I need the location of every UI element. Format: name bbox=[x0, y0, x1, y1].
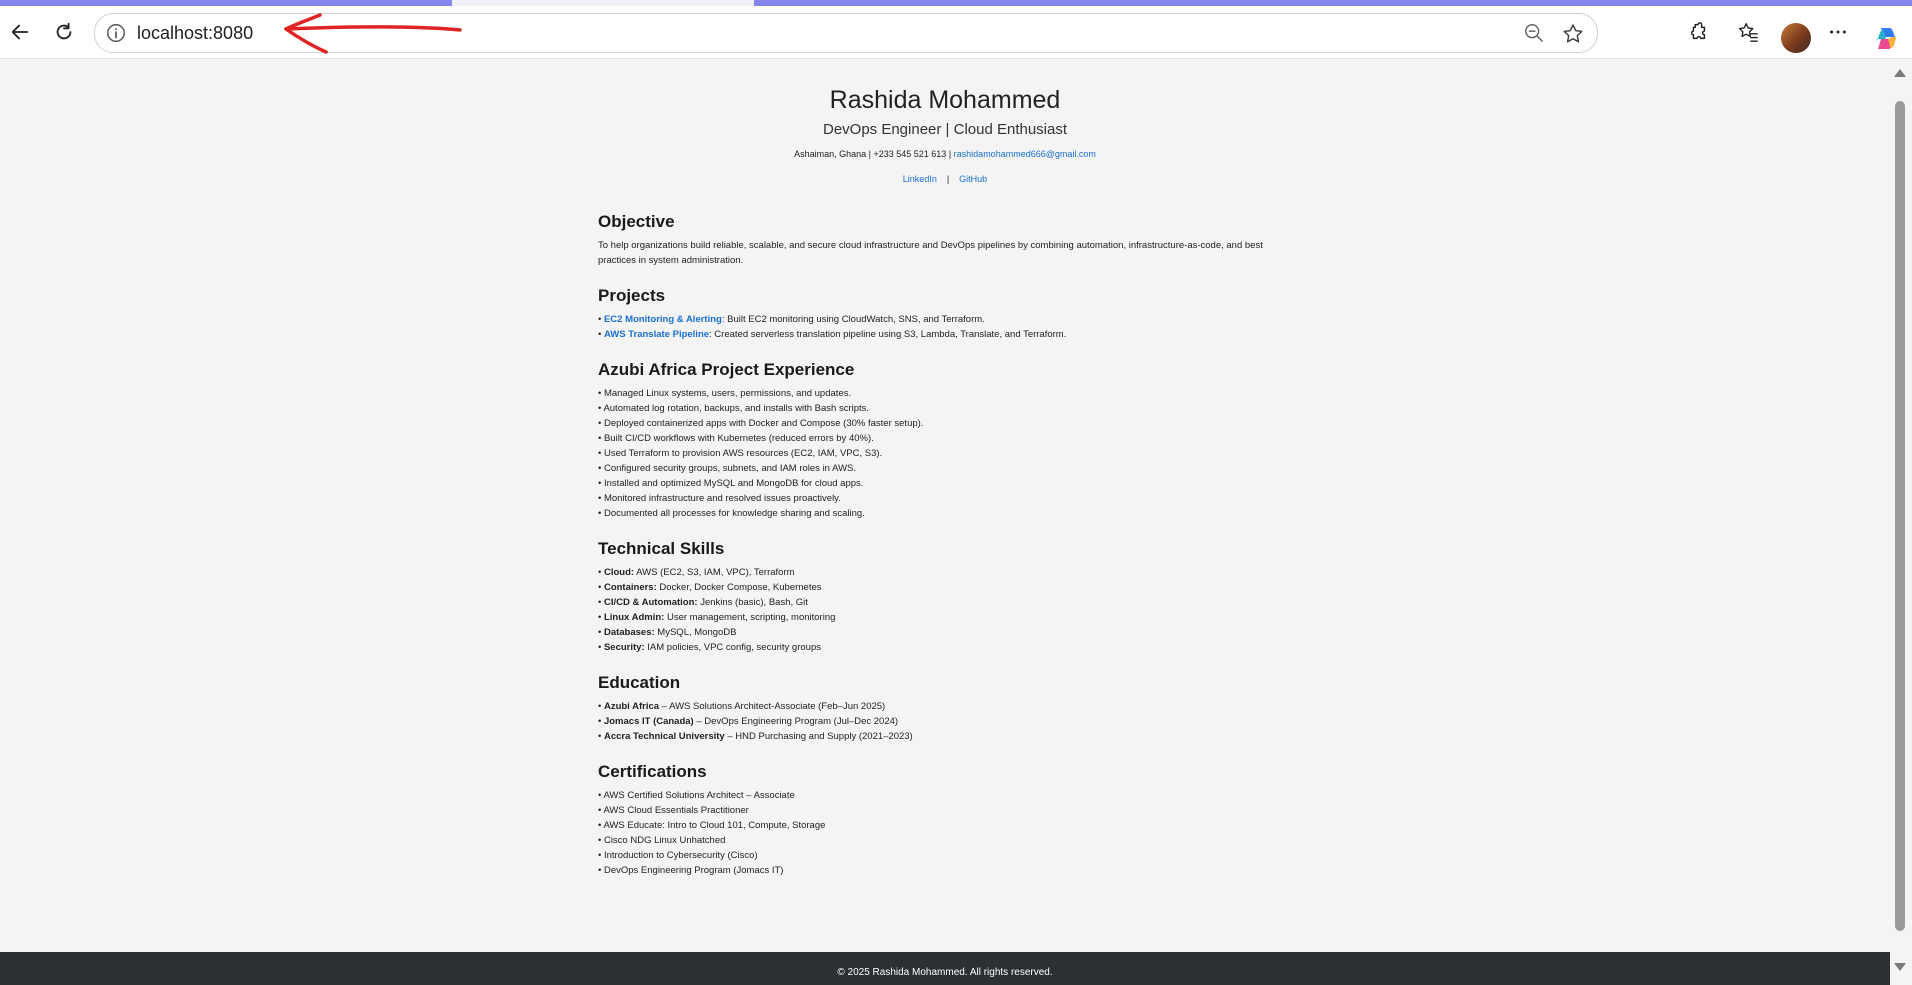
education-item: • Azubi Africa – AWS Solutions Architect… bbox=[598, 699, 1288, 714]
experience-heading: Azubi Africa Project Experience bbox=[598, 360, 855, 379]
skill-value: User management, scripting, monitoring bbox=[664, 612, 836, 623]
resume-content: Objective To help organizations build re… bbox=[598, 211, 1288, 895]
skill-value: IAM policies, VPC config, security group… bbox=[644, 642, 821, 653]
skill-label: Containers: bbox=[603, 582, 657, 593]
more-icon bbox=[1830, 30, 1846, 34]
resume-header: Rashida Mohammed DevOps Engineer | Cloud… bbox=[0, 85, 1890, 184]
email-link[interactable]: rashidamohammed666@gmail.com bbox=[954, 149, 1096, 159]
extensions-button[interactable] bbox=[1680, 14, 1716, 50]
back-button[interactable] bbox=[2, 14, 38, 50]
copilot-icon[interactable] bbox=[1872, 25, 1900, 53]
education-item: • Accra Technical University – HND Purch… bbox=[598, 729, 1288, 744]
project-item: • EC2 Monitoring & Alerting: Built EC2 m… bbox=[598, 312, 1288, 327]
job-title: DevOps Engineer | Cloud Enthusiast bbox=[822, 121, 1068, 138]
list-item: • AWS Educate: Intro to Cloud 101, Compu… bbox=[598, 820, 826, 831]
objective-section: Objective To help organizations build re… bbox=[598, 211, 1288, 268]
objective-text: To help organizations build reliable, sc… bbox=[598, 240, 1263, 266]
github-link[interactable]: GitHub bbox=[959, 174, 987, 184]
project-desc: : Built EC2 monitoring using CloudWatch,… bbox=[721, 314, 985, 325]
favorites-button[interactable] bbox=[1730, 14, 1766, 50]
skill-item: • CI/CD & Automation: Jenkins (basic), B… bbox=[598, 595, 1288, 610]
skill-value: MySQL, MongoDB bbox=[654, 627, 737, 638]
education-detail: – DevOps Engineering Program (Jul–Dec 20… bbox=[693, 716, 899, 727]
skill-value: Jenkins (basic), Bash, Git bbox=[697, 597, 808, 608]
social-links: LinkedIn | GitHub bbox=[0, 174, 1890, 184]
url-text[interactable]: localhost:8080 bbox=[137, 23, 253, 44]
education-heading: Education bbox=[598, 673, 681, 692]
skill-item: • Linux Admin: User management, scriptin… bbox=[598, 610, 1288, 625]
experience-section: Azubi Africa Project Experience • Manage… bbox=[598, 359, 1288, 521]
project-item: • AWS Translate Pipeline: Created server… bbox=[598, 327, 1288, 342]
skill-value: Docker, Docker Compose, Kubernetes bbox=[656, 582, 822, 593]
star-icon[interactable] bbox=[1561, 22, 1585, 46]
certifications-heading: Certifications bbox=[598, 762, 707, 781]
back-icon bbox=[11, 24, 29, 40]
footer-text: © 2025 Rashida Mohammed. All rights rese… bbox=[837, 967, 1053, 978]
skill-label: Security: bbox=[603, 642, 645, 653]
links-separator: | bbox=[946, 174, 950, 184]
list-item: • Managed Linux systems, users, permissi… bbox=[598, 388, 852, 399]
skill-value: AWS (EC2, S3, IAM, VPC), Terraform bbox=[634, 567, 795, 578]
objective-heading: Objective bbox=[598, 212, 675, 231]
favorites-icon bbox=[1738, 23, 1758, 42]
info-icon[interactable] bbox=[105, 22, 127, 44]
list-item: • Monitored infrastructure and resolved … bbox=[598, 493, 841, 504]
scroll-down-arrow[interactable] bbox=[1894, 963, 1906, 971]
skill-item: • Cloud: AWS (EC2, S3, IAM, VPC), Terraf… bbox=[598, 565, 1288, 580]
project-link[interactable]: AWS Translate Pipeline bbox=[604, 329, 709, 340]
zoom-out-icon[interactable] bbox=[1523, 22, 1545, 44]
school-name: Accra Technical University bbox=[603, 731, 725, 742]
project-desc: : Created serverless translation pipelin… bbox=[709, 329, 1067, 340]
linkedin-link[interactable]: LinkedIn bbox=[903, 174, 937, 184]
avatar[interactable] bbox=[1781, 23, 1811, 53]
certifications-section: Certifications • AWS Certified Solutions… bbox=[598, 761, 1288, 878]
vertical-scrollbar[interactable] bbox=[1890, 59, 1912, 985]
skills-section: Technical Skills • Cloud: AWS (EC2, S3, … bbox=[598, 538, 1288, 655]
skill-label: Linux Admin: bbox=[603, 612, 665, 623]
annotation-arrow bbox=[284, 13, 462, 54]
education-detail: – HND Purchasing and Supply (2021–2023) bbox=[724, 731, 913, 742]
skill-label: CI/CD & Automation: bbox=[603, 597, 698, 608]
education-section: Education • Azubi Africa – AWS Solutions… bbox=[598, 672, 1288, 744]
contact-line: Ashaiman, Ghana | +233 545 521 613 | ras… bbox=[0, 149, 1890, 159]
school-name: Jomacs IT (Canada) bbox=[603, 716, 694, 727]
scrollbar-thumb[interactable] bbox=[1895, 101, 1905, 931]
list-item: • Built CI/CD workflows with Kubernetes … bbox=[598, 433, 874, 444]
list-item: • Deployed containerized apps with Docke… bbox=[598, 418, 924, 429]
page-footer: © 2025 Rashida Mohammed. All rights rese… bbox=[0, 952, 1890, 985]
refresh-icon bbox=[56, 22, 72, 40]
projects-section: Projects • EC2 Monitoring & Alerting: Bu… bbox=[598, 285, 1288, 342]
list-item: • Automated log rotation, backups, and i… bbox=[598, 403, 870, 414]
list-item: • AWS Cloud Essentials Practitioner bbox=[598, 805, 749, 816]
extensions-icon bbox=[1690, 22, 1706, 40]
scroll-up-arrow[interactable] bbox=[1894, 69, 1906, 77]
list-item: • Used Terraform to provision AWS resour… bbox=[598, 448, 883, 459]
more-button[interactable] bbox=[1820, 14, 1856, 50]
list-item: • DevOps Engineering Program (Jomacs IT) bbox=[598, 865, 784, 876]
skills-heading: Technical Skills bbox=[598, 539, 725, 558]
skill-label: Databases: bbox=[603, 627, 655, 638]
skill-item: • Security: IAM policies, VPC config, se… bbox=[598, 640, 1288, 655]
list-item: • Introduction to Cybersecurity (Cisco) bbox=[598, 850, 758, 861]
education-detail: – AWS Solutions Architect-Associate (Feb… bbox=[659, 701, 886, 712]
refresh-button[interactable] bbox=[46, 14, 82, 50]
list-item: • Installed and optimized MySQL and Mong… bbox=[598, 478, 864, 489]
resume-page: Rashida Mohammed DevOps Engineer | Cloud… bbox=[0, 59, 1890, 952]
project-link[interactable]: EC2 Monitoring & Alerting bbox=[604, 314, 722, 325]
list-item: • AWS Certified Solutions Architect – As… bbox=[598, 790, 795, 801]
person-name: Rashida Mohammed bbox=[829, 86, 1061, 114]
list-item: • Cisco NDG Linux Unhatched bbox=[598, 835, 726, 846]
list-item: • Configured security groups, subnets, a… bbox=[598, 463, 857, 474]
education-item: • Jomacs IT (Canada) – DevOps Engineerin… bbox=[598, 714, 1288, 729]
projects-heading: Projects bbox=[598, 286, 666, 305]
list-item: • Documented all processes for knowledge… bbox=[598, 508, 865, 519]
skill-label: Cloud: bbox=[603, 567, 635, 578]
skill-item: • Databases: MySQL, MongoDB bbox=[598, 625, 1288, 640]
school-name: Azubi Africa bbox=[603, 701, 660, 712]
contact-text: Ashaiman, Ghana | +233 545 521 613 | bbox=[794, 149, 952, 159]
skill-item: • Containers: Docker, Docker Compose, Ku… bbox=[598, 580, 1288, 595]
